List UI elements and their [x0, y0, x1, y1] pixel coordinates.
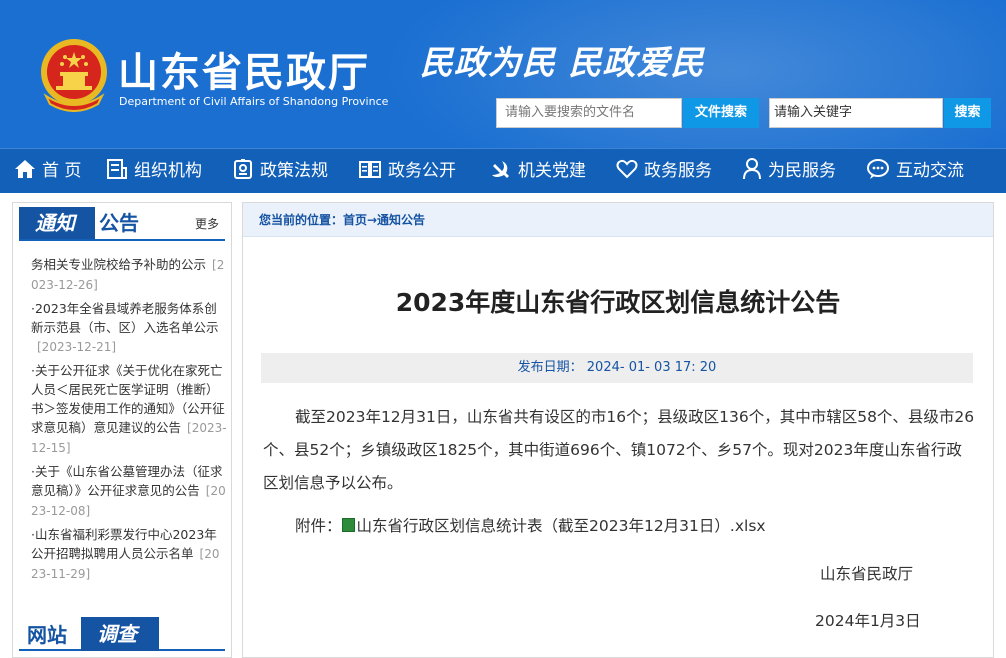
nav-label: 政务服务 [644, 161, 712, 181]
person-icon [743, 158, 761, 180]
heart-icon [616, 159, 638, 179]
home-icon [15, 160, 35, 178]
nav-label: 首 页 [42, 161, 82, 181]
list-item[interactable]: ·2023年全省县域养老服务体系创新示范县（市、区）入选名单公示 [2023-12… [31, 299, 227, 357]
org-icon [107, 159, 127, 179]
notice-header: 通知 公告 更多 [19, 207, 225, 241]
notice-date: [2023-12-21] [37, 340, 117, 354]
list-item[interactable]: ·山东省福利彩票发行中心2023年公开招聘拟聘用人员公示名单 [2023-11-2… [31, 525, 227, 584]
site-title: 山东省民政厅 [118, 49, 370, 96]
national-emblem-icon [41, 39, 107, 112]
page-title: 2023年度山东省行政区划信息统计公告 [395, 288, 841, 317]
chat-icon [867, 159, 889, 179]
attachment-label: 附件： [295, 517, 342, 535]
keyword-search-input[interactable]: 请输入关键字 [769, 98, 943, 128]
breadcrumb[interactable]: 您当前的位置：首页→通知公告 [243, 203, 993, 237]
list-item[interactable]: ·关于公开征求《关于优化在家死亡人员＜居民死亡医学证明（推断）书＞签发使用工作的… [31, 361, 227, 458]
article-panel: 您当前的位置：首页→通知公告 2023年度山东省行政区划信息统计公告 发布日期：… [242, 202, 994, 658]
signature: 山东省民政厅 [820, 565, 914, 583]
nav-item-service[interactable]: 政务服务 [616, 149, 712, 194]
attachment: 附件： 山东省行政区划信息统计表（截至2023年12月31日）.xlsx [295, 511, 766, 541]
slogan: 民政为民 民政爱民 [420, 43, 705, 82]
main-nav: 首 页 组织机构 政策法规 政务公开 机关党建 政务服务 为民服务 互动交流 [0, 148, 1006, 193]
excel-file-icon [341, 517, 355, 532]
article-body: 截至2023年12月31日，山东省共有设区的市16个；县级政区136个，其中市辖… [263, 408, 975, 492]
notice-tag-dark: 通知 [19, 207, 95, 239]
nav-label: 为民服务 [768, 161, 836, 181]
nav-label: 组织机构 [134, 161, 202, 181]
site-subtitle: Department of Civil Affairs of Shandong … [119, 95, 389, 108]
header: 山东省民政厅 Department of Civil Affairs of Sh… [0, 0, 1006, 148]
nav-item-gov-open[interactable]: 政务公开 [358, 149, 456, 194]
nav-item-home[interactable]: 首 页 [14, 149, 81, 194]
sidebar: 通知 公告 更多 务相关专业院校给予补助的公示 [2023-12-26] ·202… [12, 202, 232, 658]
survey-tag-dark: 调查 [81, 617, 159, 651]
keyword-search-button[interactable]: 搜索 [944, 98, 991, 128]
survey-header: 网站 调查 [19, 617, 225, 651]
publish-date: 发布日期： 2024- 01- 03 17: 20 [261, 353, 973, 383]
policy-icon [234, 159, 252, 179]
nav-label: 机关党建 [518, 161, 586, 181]
book-icon [359, 161, 381, 178]
notice-text[interactable]: ·2023年全省县域养老服务体系创新示范县（市、区）入选名单公示 [31, 301, 219, 335]
notice-text[interactable]: ·山东省福利彩票发行中心2023年公开招聘拟聘用人员公示名单 [31, 527, 217, 561]
notice-tag-light: 公告 [99, 211, 139, 235]
signature-date: 2024年1月3日 [815, 612, 921, 630]
list-item[interactable]: ·关于《山东省公墓管理办法（征求意见稿）》公开征求意见的公告 [2023-12-0… [31, 462, 227, 521]
nav-item-policy[interactable]: 政策法规 [232, 149, 328, 194]
survey-tag-light: 网站 [27, 623, 67, 647]
party-icon [492, 161, 509, 178]
nav-label: 政务公开 [388, 161, 456, 181]
nav-label: 互动交流 [896, 161, 964, 181]
nav-item-party[interactable]: 机关党建 [488, 149, 586, 194]
notice-text[interactable]: 务相关专业院校给予补助的公示 [31, 257, 206, 272]
notice-text[interactable]: ·关于《山东省公墓管理办法（征求意见稿）》公开征求意见的公告 [31, 464, 222, 498]
file-search-input[interactable]: 请输入要搜索的文件名 [496, 98, 682, 128]
list-item[interactable]: 务相关专业院校给予补助的公示 [2023-12-26] [31, 255, 227, 295]
nav-item-org[interactable]: 组织机构 [106, 149, 202, 194]
file-search-button[interactable]: 文件搜索 [683, 98, 759, 128]
notice-list: 务相关专业院校给予补助的公示 [2023-12-26] ·2023年全省县域养老服… [31, 255, 227, 588]
nav-item-people-service[interactable]: 为民服务 [742, 149, 836, 194]
attachment-link[interactable]: 山东省行政区划信息统计表（截至2023年12月31日）.xlsx [357, 517, 766, 535]
nav-label: 政策法规 [260, 161, 328, 181]
nav-item-interaction[interactable]: 互动交流 [866, 149, 964, 194]
more-link[interactable]: 更多 [195, 215, 219, 232]
